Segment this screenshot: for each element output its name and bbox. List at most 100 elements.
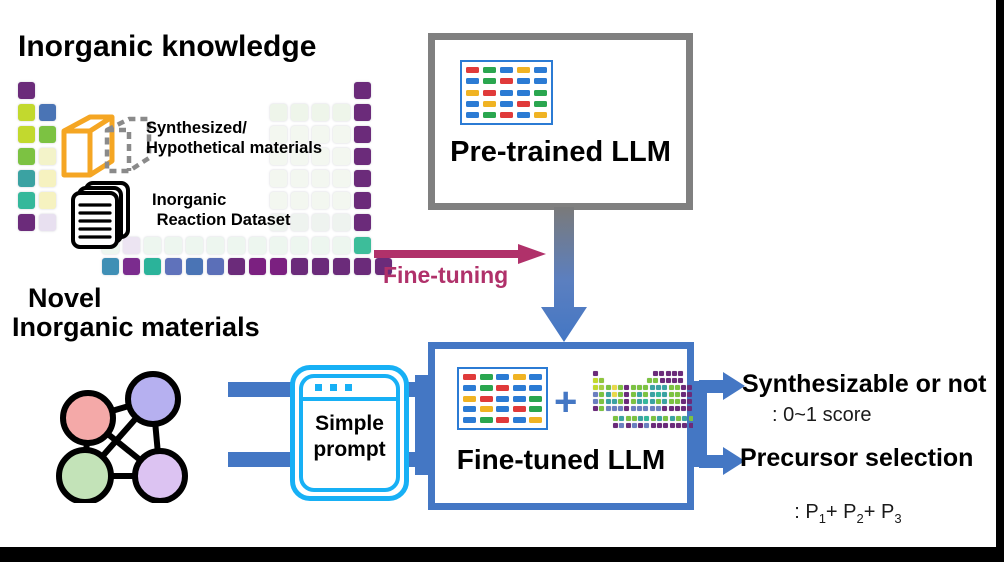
mini-periodic-cell (659, 378, 665, 383)
periodic-table-cell (18, 104, 35, 121)
mini-periodic-cell (593, 371, 598, 376)
mini-periodic-cell (618, 406, 624, 411)
mini-periodic-cell (605, 399, 611, 404)
mini-periodic-cell (599, 399, 605, 404)
periodic-table-cell (291, 170, 308, 187)
llm-grid-bar (529, 395, 542, 402)
llm-grid-row (466, 67, 547, 73)
llm-grid-bar (463, 374, 476, 380)
llm-grid-bar (496, 406, 509, 413)
dashed-box-icon (104, 116, 152, 174)
mini-periodic-cell (653, 371, 658, 376)
mini-periodic-cell (630, 392, 636, 397)
mini-periodic-cell (657, 416, 663, 421)
llm-grid-row (466, 78, 547, 85)
mini-periodic-cell (671, 371, 677, 376)
mini-periodic-cell (678, 378, 684, 383)
mini-periodic-cell (681, 385, 687, 390)
mini-periodic-cell (611, 406, 617, 411)
periodic-table-cell (291, 258, 308, 275)
mini-periodic-cell (647, 378, 652, 383)
llm-grid-bar (529, 417, 542, 423)
llm-grid-bar (463, 417, 476, 423)
llm-grid-row (463, 406, 542, 413)
periodic-table-row (18, 82, 39, 99)
periodic-table-cell (354, 148, 371, 165)
llm-grid-row (463, 374, 542, 380)
mini-periodic-cell (630, 399, 636, 404)
periodic-table-cell (333, 214, 350, 231)
periodic-table-cell (39, 192, 56, 209)
mini-periodic-cell (662, 385, 668, 390)
llm-grid-bar (483, 78, 496, 85)
mini-periodic-cell (631, 423, 637, 428)
output-sub-score: : 0~1 score (772, 404, 872, 426)
llm-grid-row (466, 100, 547, 107)
mini-periodic-cell (668, 392, 674, 397)
mini-periodic-cell (593, 406, 598, 411)
mini-periodic-cell (599, 378, 605, 383)
mini-periodic-cell (653, 378, 659, 383)
mini-periodic-cell (624, 385, 630, 390)
precursor-prefix: : P (794, 501, 819, 523)
mini-periodic-cell (675, 423, 681, 428)
llm-grid-bar (529, 374, 542, 380)
llm-grid-bar (496, 417, 509, 423)
periodic-table-cell (18, 192, 35, 209)
mini-periodic-row (593, 371, 599, 376)
llm-grid-bar (483, 112, 496, 118)
periodic-table-cell (291, 192, 308, 209)
llm-grid-bar (512, 395, 526, 402)
mini-periodic-cell (637, 399, 643, 404)
llm-grid-row (466, 112, 547, 118)
mini-periodic-cell (637, 385, 643, 390)
material-graph-icon (56, 371, 188, 503)
mini-periodic-cell (650, 423, 656, 428)
mini-periodic-cell (631, 416, 637, 421)
llm-grid-bar (500, 100, 513, 107)
mini-periodic-cell (663, 423, 669, 428)
mini-periodic-cell (665, 378, 671, 383)
periodic-table-cell (186, 237, 203, 254)
mini-periodic-cell (682, 416, 688, 421)
section-title-novel-line2: Inorganic materials (12, 312, 260, 342)
periodic-table-row (18, 126, 60, 143)
periodic-table-cell (312, 258, 329, 275)
periodic-table-cell (144, 237, 161, 254)
llm-grid-bar (479, 417, 493, 423)
mini-periodic-cell (674, 406, 680, 411)
pre-trained-llm-label: Pre-trained LLM (450, 136, 671, 168)
periodic-table-cell (18, 170, 35, 187)
periodic-table-cell (291, 237, 308, 254)
periodic-table-cell (18, 148, 35, 165)
pre-trained-llm-box: Pre-trained LLM (428, 33, 693, 210)
periodic-table-row (18, 104, 60, 121)
mini-periodic-cell (687, 399, 693, 404)
mini-periodic-cell (625, 416, 631, 421)
mini-periodic-cell (605, 392, 611, 397)
llm-grid-icon (460, 60, 553, 125)
periodic-table-cell (18, 126, 35, 143)
llm-grid-row (463, 417, 542, 423)
periodic-table-cell (18, 214, 35, 231)
llm-grid-row (466, 89, 547, 96)
llm-grid-bar (529, 384, 542, 391)
periodic-table-row (270, 170, 375, 187)
mini-periodic-cell (599, 392, 605, 397)
llm-grid-bar (517, 67, 530, 73)
simple-prompt-window: Simple prompt (290, 365, 409, 501)
llm-grid-bar (479, 384, 493, 391)
mini-periodic-cell (662, 406, 668, 411)
periodic-table-cell (312, 214, 329, 231)
mini-periodic-cell (657, 423, 663, 428)
periodic-table-cell (354, 237, 371, 254)
llm-grid-bar (483, 100, 496, 107)
mini-periodic-cell (613, 423, 618, 428)
figure-canvas: Inorganic knowledge Novel Inorganic mate… (0, 0, 1004, 562)
mini-periodic-cell (669, 423, 675, 428)
output-arrow-1 (699, 372, 745, 400)
llm-grid-bar (500, 89, 513, 96)
mini-periodic-cell (687, 392, 693, 397)
periodic-table-cell (333, 104, 350, 121)
periodic-table-cell (249, 258, 266, 275)
